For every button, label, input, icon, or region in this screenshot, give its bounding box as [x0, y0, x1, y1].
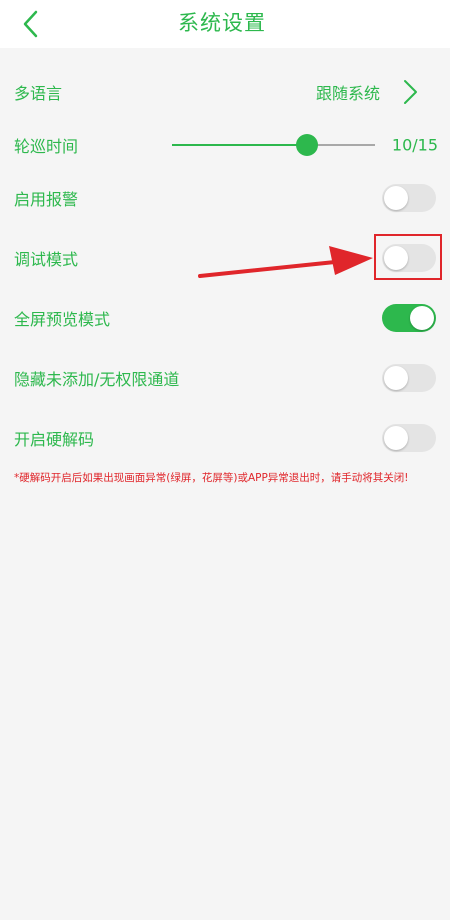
hardware-decode-warning: *硬解码开启后如果出现画面异常(绿屏，花屏等)或APP异常退出时，请手动将其关闭…: [14, 472, 409, 484]
hide-channels-row: 隐藏未添加/无权限通道: [0, 350, 450, 406]
slider-fill: [172, 144, 307, 146]
hardware-decode-toggle[interactable]: [382, 424, 436, 452]
toggle-knob: [384, 186, 408, 210]
patrol-time-label: 轮巡时间: [14, 137, 79, 156]
chevron-right-icon: [404, 80, 417, 104]
fullscreen-preview-toggle[interactable]: [382, 304, 436, 332]
hardware-decode-row: 开启硬解码: [0, 410, 450, 466]
header-bar: 系统设置: [0, 0, 450, 48]
slider-thumb[interactable]: [296, 134, 318, 156]
toggle-knob: [384, 426, 408, 450]
annotation-highlight-box: [374, 234, 442, 280]
patrol-time-value: 10/15: [391, 135, 438, 155]
fullscreen-preview-label: 全屏预览模式: [14, 310, 111, 329]
language-value: 跟随系统: [315, 84, 380, 103]
debug-mode-label: 调试模式: [14, 250, 79, 269]
patrol-time-slider[interactable]: [172, 134, 375, 156]
enable-alarm-toggle[interactable]: [382, 184, 436, 212]
annotation-arrow-icon: [198, 246, 373, 278]
hide-channels-toggle[interactable]: [382, 364, 436, 392]
hardware-decode-label: 开启硬解码: [14, 430, 95, 449]
enable-alarm-row: 启用报警: [0, 170, 450, 226]
fullscreen-preview-row: 全屏预览模式: [0, 290, 450, 346]
patrol-time-row: 轮巡时间 10/15: [0, 117, 450, 173]
toggle-knob: [384, 366, 408, 390]
language-row[interactable]: 多语言 跟随系统: [0, 64, 450, 120]
hide-channels-label: 隐藏未添加/无权限通道: [14, 370, 180, 389]
toggle-knob: [410, 306, 434, 330]
page-title: 系统设置: [178, 11, 266, 35]
enable-alarm-label: 启用报警: [14, 190, 79, 209]
language-label: 多语言: [14, 84, 63, 103]
